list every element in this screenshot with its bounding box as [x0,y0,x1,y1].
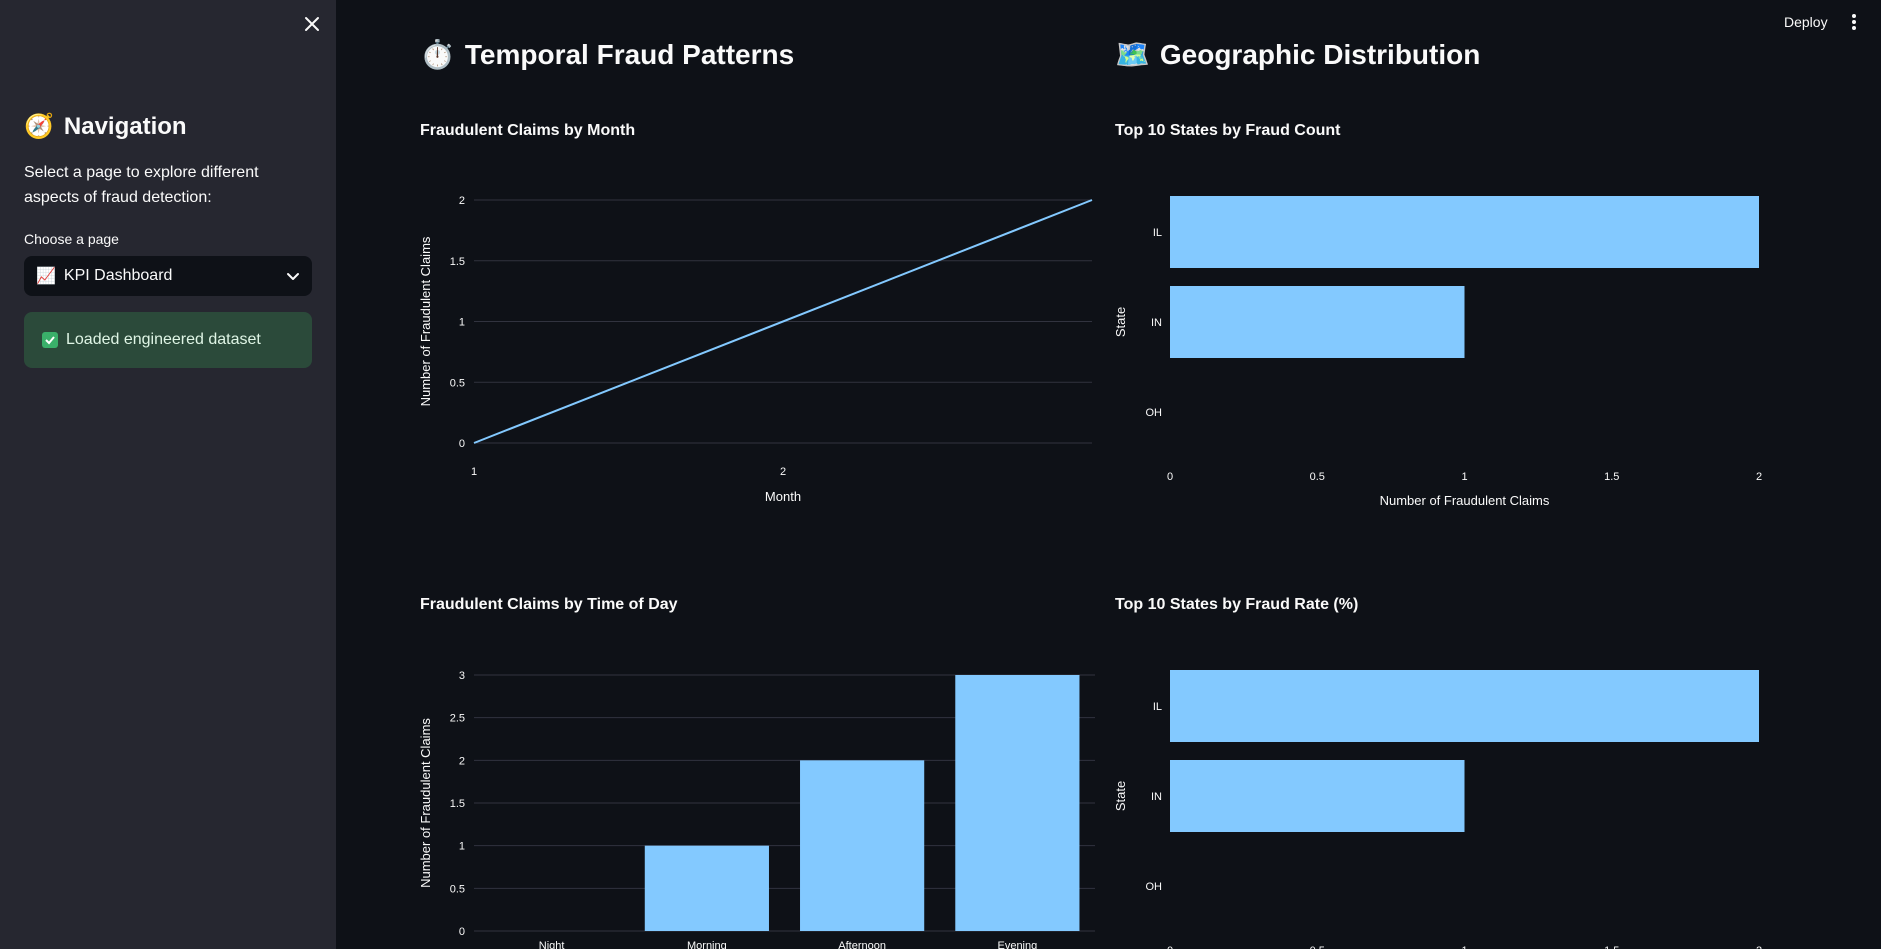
bar [955,675,1080,931]
y-tick-label: 2 [459,195,465,207]
x-tick-label: 1 [471,466,477,478]
y-tick-label: 0 [459,438,465,450]
x-tick-label: 1.5 [1604,471,1619,483]
x-tick-label: 2 [1756,945,1762,949]
bar [1170,760,1465,832]
x-axis-label: Number of Fraudulent Claims [1380,493,1550,508]
x-tick-label: Afternoon [838,940,886,949]
y-tick-label: 1 [459,317,465,329]
y-axis-label: State [1113,307,1128,337]
bar [800,760,925,931]
y-tick-label: 2 [459,755,465,767]
y-tick-label: 0.5 [450,377,465,389]
x-tick-label: 0.5 [1310,471,1325,483]
y-tick-label: 2.5 [450,713,465,725]
y-tick-label: 0 [459,926,465,938]
x-axis-label: Month [765,489,801,504]
x-tick-label: 2 [780,466,786,478]
x-tick-label: Night [539,940,565,949]
x-tick-label: Morning [687,940,727,949]
x-tick-label: 1 [1461,945,1467,949]
x-tick-label: 0.5 [1310,945,1325,949]
y-tick-label: OH [1146,407,1163,419]
x-tick-label: 1.5 [1604,945,1619,949]
y-axis-label: Number of Fraudulent Claims [418,718,433,888]
y-axis-label: State [1113,781,1128,811]
y-axis-label: Number of Fraudulent Claims [418,236,433,406]
y-tick-label: IN [1151,317,1162,329]
y-tick-label: 0.5 [450,883,465,895]
month-line-chart: 0 0.5 1 1.5 2 1 2 Month Number of Fraudulent Cla… [418,195,1762,949]
y-tick-label: IL [1153,701,1162,713]
bar [1170,196,1759,268]
x-tick-label: 1 [1461,471,1467,483]
y-tick-label: 1.5 [450,256,465,268]
bar [1170,670,1759,742]
x-tick-label: 2 [1756,471,1762,483]
y-tick-label: 3 [459,670,465,682]
x-tick-label: Evening [997,940,1037,949]
y-tick-label: 1 [459,841,465,853]
y-tick-label: OH [1146,881,1163,893]
bar [644,845,769,931]
x-tick-label: 0 [1167,945,1173,949]
bar [1170,286,1465,358]
x-tick-label: 0 [1167,471,1173,483]
y-tick-label: 1.5 [450,798,465,810]
y-tick-label: IN [1151,791,1162,803]
y-tick-label: IL [1153,227,1162,239]
